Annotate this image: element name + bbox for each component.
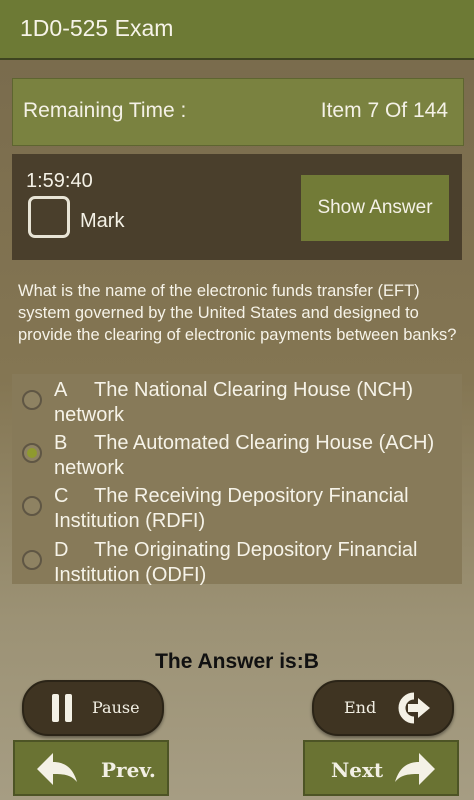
option-text: The Automated Clearing House (ACH) netwo…	[54, 432, 435, 479]
exit-icon	[398, 692, 430, 724]
mark-checkbox[interactable]	[28, 196, 70, 238]
radio-button[interactable]	[22, 496, 42, 516]
pause-button[interactable]: Pause	[22, 680, 164, 736]
options-list: A The National Clearing House (NCH) netwo…	[12, 374, 462, 586]
next-button[interactable]: Next	[303, 740, 459, 796]
show-answer-button[interactable]: Show Answer	[301, 175, 449, 241]
option-c[interactable]: C The Receiving Depository Financial Inst…	[12, 482, 462, 534]
option-b[interactable]: B The Automated Clearing House (ACH) netw…	[12, 429, 462, 481]
app-title: 1D0-525 Exam	[20, 15, 174, 41]
info-bar: Remaining Time : Item 7 Of 144	[12, 78, 464, 146]
pause-icon	[52, 694, 72, 722]
radio-button[interactable]	[22, 550, 42, 570]
prev-label: Prev.	[101, 758, 156, 782]
end-label: End	[344, 698, 377, 717]
remaining-time-label: Remaining Time :	[23, 99, 187, 122]
option-letter: B	[54, 432, 68, 454]
pause-label: Pause	[92, 698, 140, 717]
next-label: Next	[331, 758, 384, 782]
option-letter: C	[54, 485, 69, 507]
question-text: What is the name of the electronic funds…	[18, 282, 457, 344]
item-counter: Item 7 Of 144	[320, 99, 448, 122]
forward-arrow-icon	[395, 753, 435, 785]
option-text: The Receiving Depository Financial Insti…	[54, 485, 409, 532]
title-bar: 1D0-525 Exam	[0, 0, 474, 60]
option-d[interactable]: D The Originating Depository Financial In…	[12, 536, 462, 588]
radio-button[interactable]	[22, 390, 42, 410]
option-a[interactable]: A The National Clearing House (NCH) netwo…	[12, 376, 462, 428]
timer: 1:59:40	[26, 170, 93, 192]
back-arrow-icon	[37, 753, 77, 785]
option-letter: D	[54, 539, 69, 561]
control-panel: 1:59:40 Mark Show Answer	[12, 154, 462, 260]
end-button[interactable]: End	[312, 680, 454, 736]
prev-button[interactable]: Prev.	[13, 740, 169, 796]
option-text: The National Clearing House (NCH) networ…	[54, 379, 414, 426]
option-letter: A	[54, 379, 68, 401]
option-text: The Originating Depository Financial Ins…	[54, 539, 418, 586]
answer-text: The Answer is:B	[155, 650, 319, 673]
radio-button-selected[interactable]	[22, 443, 42, 463]
mark-label: Mark	[80, 210, 125, 232]
